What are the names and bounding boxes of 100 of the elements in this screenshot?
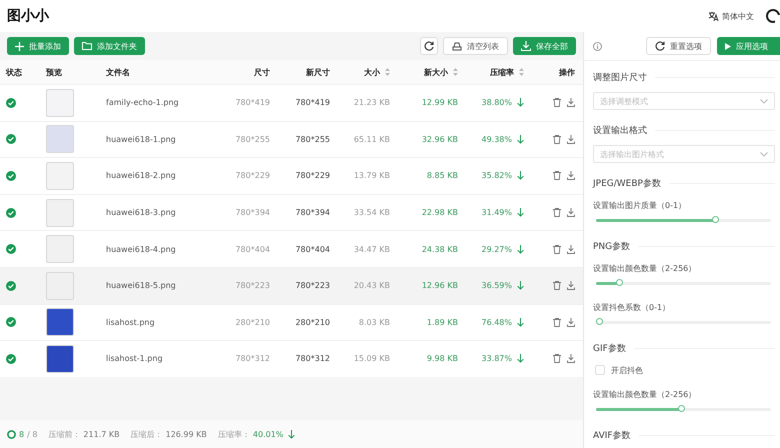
table-cell: 29.27% [481,244,512,254]
trash-icon [553,134,561,144]
table-cell: 780*404 [295,244,330,254]
section-title: PNG参数 [593,240,630,252]
delete-button[interactable] [553,134,561,144]
sort-icon [453,68,458,76]
add-batch-button[interactable]: 批量添加 [7,37,69,55]
slider-handle[interactable] [712,216,719,223]
slider-label: 设置抖色系数（0-1） [593,302,672,314]
slider-handle[interactable] [616,279,624,286]
translate-icon [708,10,719,22]
download-button[interactable] [567,171,575,180]
table-cell: 35.82% [481,171,512,180]
save-all-button[interactable]: 保存全部 [513,37,576,55]
table-cell: 33.87% [481,354,512,364]
total-count: / 8 [27,430,38,438]
delete-button[interactable] [553,244,561,254]
table-cell: 76.48% [481,318,512,327]
table-cell: 780*223 [295,281,330,290]
download-button[interactable] [567,281,575,290]
section-title: 调整图片尺寸 [593,72,647,84]
delete-button[interactable] [553,98,561,108]
download-icon [567,318,575,327]
down-arrow-icon [517,354,524,364]
table-cell: 280*210 [235,318,270,327]
plus-icon [15,42,24,50]
table-cell: 34.47 KB [354,244,390,254]
reset-options-button[interactable]: 重置选项 [646,37,711,55]
eraser-icon [452,42,462,50]
delete-button[interactable] [553,354,561,364]
section-title: 设置输出格式 [593,124,647,136]
check-circle-icon [6,354,16,364]
column-header: 状态 [6,66,22,78]
down-arrow-icon [517,171,524,180]
table-cell: 49.38% [481,134,512,144]
stat-value: 211.7 KB [83,430,120,438]
download-button[interactable] [567,208,575,218]
table-cell: 65.11 KB [354,134,390,144]
check-circle-icon [6,244,16,254]
table-cell: 780*404 [235,244,270,254]
delete-button[interactable] [553,171,561,180]
download-button[interactable] [567,354,575,364]
file-name: lisahost-1.png [106,354,163,364]
trash-icon [553,281,561,290]
table-cell: 12.99 KB [422,98,458,108]
select-field[interactable]: 选择输出图片格式 [593,145,775,163]
delete-button[interactable] [553,318,561,327]
column-header: 预览 [46,66,62,78]
trash-icon [553,318,561,327]
download-button[interactable] [567,98,575,108]
trash-icon [553,354,561,364]
table-cell: 780*394 [235,208,270,218]
add-folder-button[interactable]: 添加文件夹 [74,37,145,55]
column-header: 操作 [559,66,575,78]
checkbox[interactable] [595,365,605,375]
slider-handle[interactable] [596,318,603,325]
slider-handle[interactable] [678,405,686,412]
section-title: GIF参数 [593,342,626,354]
column-header: 新尺寸 [306,66,330,78]
file-name: huawei618-4.png [106,244,176,254]
down-arrow-icon [517,208,524,218]
delete-button[interactable] [553,281,561,290]
table-cell: 780*223 [235,281,270,290]
select-field[interactable]: 选择调整模式 [593,92,775,110]
column-header: 大小 [364,66,390,78]
table-cell: 9.98 KB [426,354,458,364]
table-cell: 38.80% [481,98,512,108]
file-name: lisahost.png [106,318,155,327]
download-icon [567,354,575,364]
download-icon [567,281,575,290]
table-cell: 1.89 KB [426,318,458,327]
chevron-down-icon [760,98,768,104]
download-button[interactable] [567,134,575,144]
slider-label: 设置输出图片质量（0-1） [593,200,688,212]
refresh-button[interactable] [420,37,438,55]
refresh-icon [424,41,434,51]
stat-label: 压缩前： [48,428,80,440]
download-button[interactable] [567,244,575,254]
apply-options-button[interactable]: 应用选项 [717,37,780,55]
folder-icon [82,42,92,50]
play-icon [725,42,731,50]
stat-value: 126.99 KB [166,430,207,438]
down-arrow-icon [517,98,524,108]
check-circle-icon [6,170,16,181]
clear-list-button[interactable]: 清空列表 [443,37,508,55]
trash-icon [553,171,561,180]
file-name: huawei618-3.png [106,208,176,218]
column-header: 文件名 [106,66,130,78]
table-cell: 12.96 KB [422,281,458,290]
slider-label: 设置输出颜色数量（2-256） [593,388,698,400]
table-cell: 780*255 [295,134,330,144]
done-count: 8 [19,430,24,438]
file-name: huawei618-1.png [106,134,176,144]
stat-label: 压缩率： [218,428,250,440]
stat-label: 压缩后： [130,428,163,440]
file-name: huawei618-5.png [106,281,176,290]
down-arrow-icon [517,281,524,290]
language-button[interactable]: 简体中文 [708,10,754,22]
delete-button[interactable] [553,208,561,218]
download-button[interactable] [567,318,575,327]
